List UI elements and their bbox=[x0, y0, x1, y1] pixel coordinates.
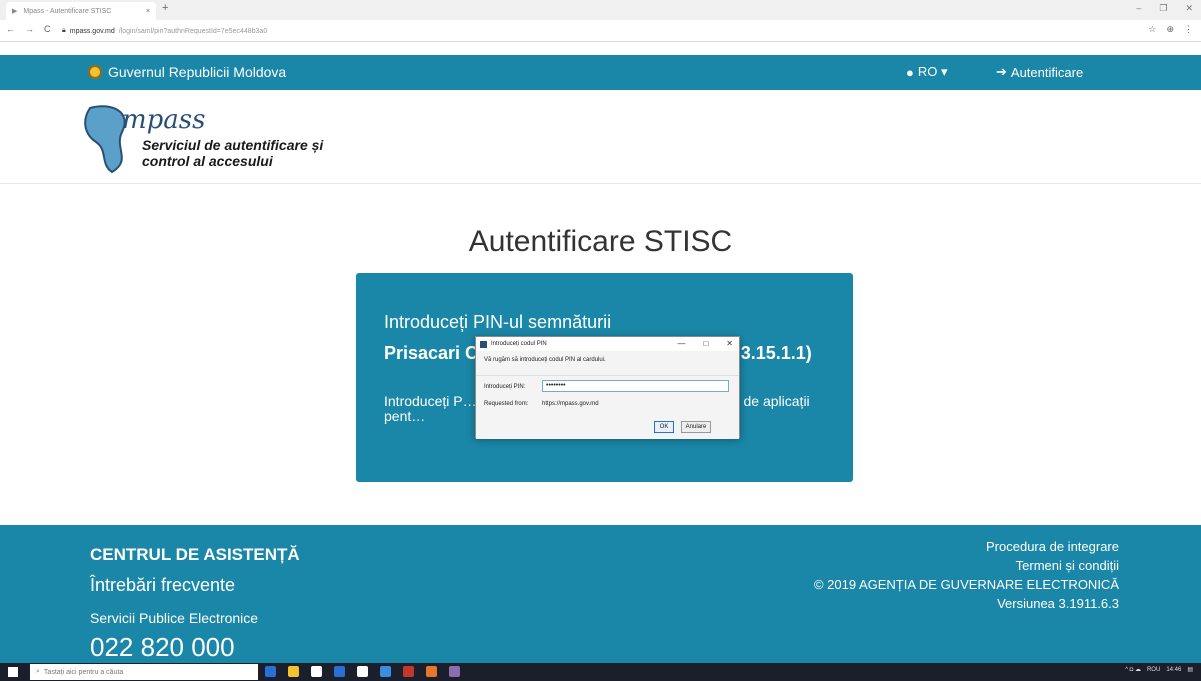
ok-button[interactable]: OK bbox=[654, 421, 674, 433]
language-label: RO ▾ bbox=[917, 64, 948, 79]
input-language[interactable]: ROU bbox=[1147, 667, 1160, 673]
lock-icon: 🔒︎ bbox=[62, 27, 66, 34]
window-controls: – ❐ ✕ bbox=[1136, 3, 1193, 14]
dialog-controls: — □ ✕ bbox=[677, 339, 733, 348]
dialog-app-icon bbox=[480, 340, 487, 348]
help-center-heading: CENTRUL DE ASISTENȚĂ bbox=[90, 545, 300, 564]
login-label: Autentificare bbox=[1010, 64, 1084, 80]
dialog-close-button[interactable]: ✕ bbox=[726, 339, 733, 348]
address-bar-actions: ☆ ⊕ ⋮ bbox=[1148, 24, 1193, 35]
browser-tab[interactable]: ▶ Mpass - Autentificare STISC × bbox=[6, 2, 156, 20]
government-link[interactable]: Guvernul Republicii Moldova bbox=[88, 64, 286, 80]
browser-tab-bar: ▶ Mpass - Autentificare STISC × + – ❐ ✕ bbox=[0, 0, 1201, 20]
dialog-maximize-button[interactable]: □ bbox=[703, 339, 708, 348]
taskbar-apps bbox=[265, 666, 460, 677]
tagline-line-1: Serviciul de autentificare și bbox=[142, 137, 324, 153]
language-selector[interactable]: ● RO ▾ bbox=[906, 64, 948, 80]
url-host: mpass.gov.md bbox=[69, 27, 115, 35]
system-tray: ^ ◘ ☁ ROU 14:46 ▤ bbox=[1125, 666, 1193, 674]
brand-tagline: Serviciul de autentificare și control al… bbox=[142, 137, 323, 169]
page-title: Autentificare STISC bbox=[468, 225, 733, 258]
new-tab-button[interactable]: + bbox=[162, 2, 168, 14]
close-window-button[interactable]: ✕ bbox=[1185, 3, 1193, 14]
globe-icon: ● bbox=[906, 64, 914, 80]
nav-buttons: ← → C bbox=[6, 24, 51, 34]
pin-card-title: Introduceți PIN-ul semnăturii bbox=[384, 312, 612, 332]
clock[interactable]: 14:46 bbox=[1166, 667, 1181, 673]
moldova-seal-icon bbox=[88, 65, 102, 79]
tray-icons: ^ ◘ ☁ bbox=[1125, 667, 1141, 673]
taskbar-app-icon[interactable] bbox=[288, 666, 299, 677]
favicon-icon: ▶ bbox=[12, 8, 18, 15]
url-field[interactable]: 🔒︎ mpass.gov.md /login/saml/pin?authnReq… bbox=[62, 24, 1112, 38]
notifications-icon[interactable]: ▤ bbox=[1187, 666, 1193, 673]
pin-label: Introduceți PIN: bbox=[484, 384, 526, 390]
taskbar-app-icon[interactable] bbox=[403, 666, 414, 677]
support-phone: 022 820 000 bbox=[90, 632, 235, 662]
pin-dialog: Introduceți codul PIN — □ ✕ Vă rugăm să … bbox=[475, 336, 740, 439]
windows-start-icon[interactable] bbox=[8, 667, 18, 677]
taskbar-search-placeholder: Tastați aici pentru a căuta bbox=[43, 668, 124, 676]
profile-icon[interactable]: ⊕ bbox=[1166, 24, 1174, 35]
tab-close-icon[interactable]: × bbox=[146, 8, 150, 15]
back-icon[interactable]: ← bbox=[6, 24, 15, 34]
footer-links: Procedura de integrare Termeni și condiț… bbox=[814, 537, 1119, 613]
sign-in-icon: ➔ bbox=[996, 64, 1007, 79]
reload-icon[interactable]: C bbox=[44, 24, 51, 34]
dialog-minimize-button[interactable]: — bbox=[677, 339, 685, 348]
taskbar-app-icon[interactable] bbox=[380, 666, 391, 677]
version-text: Versiunea 3.1911.6.3 bbox=[997, 596, 1119, 611]
address-bar: ← → C 🔒︎ mpass.gov.md /login/saml/pin?au… bbox=[0, 20, 1201, 42]
requested-from-label: Requested from: bbox=[484, 401, 529, 407]
taskbar-app-icon[interactable] bbox=[334, 666, 345, 677]
taskbar-app-icon[interactable] bbox=[449, 666, 460, 677]
taskbar-app-icon[interactable] bbox=[265, 666, 276, 677]
maximize-window-button[interactable]: ❐ bbox=[1159, 3, 1167, 14]
requested-from-value: https://mpass.gov.md bbox=[542, 401, 599, 407]
bookmark-star-icon[interactable]: ☆ bbox=[1148, 24, 1156, 35]
mpass-brand[interactable]: mpass Serviciul de autentificare și cont… bbox=[82, 100, 422, 180]
tagline-line-2: control al accesului bbox=[142, 153, 273, 169]
cancel-button[interactable]: Anulare bbox=[681, 421, 711, 433]
search-icon: ⌕ bbox=[36, 668, 40, 675]
government-label: Guvernul Republicii Moldova bbox=[108, 64, 287, 80]
dialog-body: Vă rugăm să introduceți codul PIN al car… bbox=[476, 351, 739, 439]
login-link[interactable]: ➔ Autentificare bbox=[996, 64, 1083, 80]
taskbar-app-icon[interactable] bbox=[311, 666, 322, 677]
copyright-text: © 2019 AGENȚIA DE GUVERNARE ELECTRONICĂ bbox=[813, 577, 1119, 592]
taskbar-app-icon[interactable] bbox=[426, 666, 437, 677]
dialog-separator bbox=[476, 375, 739, 376]
taskbar-app-icon[interactable] bbox=[357, 666, 368, 677]
site-footer: CENTRUL DE ASISTENȚĂ Întrebări frecvente… bbox=[0, 525, 1201, 663]
minimize-window-button[interactable]: – bbox=[1136, 3, 1141, 14]
dialog-title: Introduceți codul PIN bbox=[491, 341, 547, 347]
mpass-wordmark: mpass bbox=[122, 105, 206, 135]
menu-icon[interactable]: ⋮ bbox=[1184, 24, 1193, 35]
integration-link[interactable]: Procedura de integrare bbox=[814, 537, 1119, 556]
dialog-title-bar: Introduceți codul PIN — □ ✕ bbox=[476, 337, 739, 351]
header-divider bbox=[0, 183, 1201, 184]
site-header: Guvernul Republicii Moldova ● RO ▾ ➔ Aut… bbox=[0, 55, 1201, 90]
services-label: Servicii Publice Electronice bbox=[90, 610, 259, 626]
taskbar-search[interactable]: ⌕ Tastați aici pentru a căuta bbox=[30, 664, 258, 680]
faq-link[interactable]: Întrebări frecvente bbox=[90, 575, 235, 596]
windows-taskbar: ⌕ Tastați aici pentru a căuta ^ ◘ ☁ ROU … bbox=[0, 663, 1201, 681]
pin-input[interactable]: •••••••• bbox=[542, 380, 729, 392]
dialog-message: Vă rugăm să introduceți codul PIN al car… bbox=[484, 357, 606, 363]
forward-icon[interactable]: → bbox=[25, 24, 34, 34]
tab-title: Mpass - Autentificare STISC bbox=[23, 7, 112, 15]
terms-link[interactable]: Termeni și condiții bbox=[814, 556, 1119, 575]
url-path: /login/saml/pin?authnRequestId=7e5ec448b… bbox=[118, 27, 268, 35]
